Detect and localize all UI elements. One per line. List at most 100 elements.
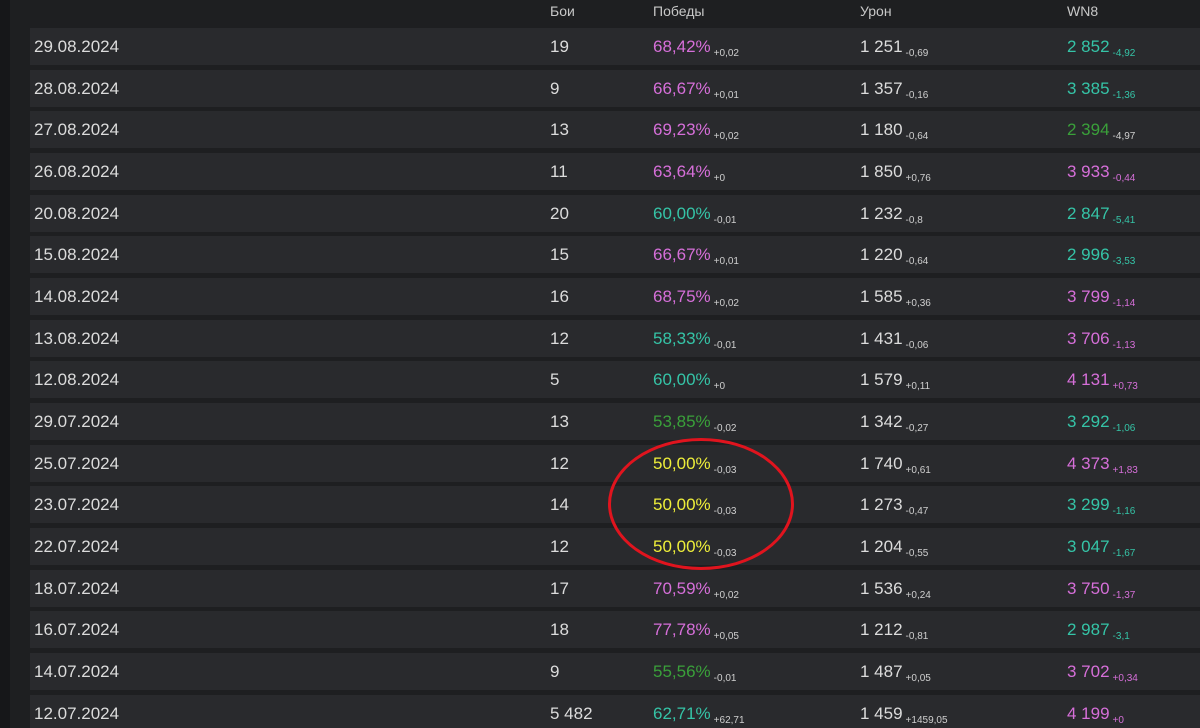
wins-cell-value: 66,67%	[653, 78, 711, 98]
wins-cell: 63,64% +0	[653, 162, 725, 184]
wins-cell-value: 62,71%	[653, 703, 711, 723]
table-row[interactable]: 28.08.2024 9 66,67% +0,01 1 357 -0,16 3 385 -1,…	[30, 69, 1200, 107]
wins-cell: 68,42% +0,02	[653, 37, 739, 59]
wn8-cell-delta: -1,37	[1112, 589, 1136, 601]
table-row[interactable]: 16.07.2024 18 77,78% +0,05 1 212 -0,81 2 987 -3…	[30, 611, 1200, 649]
date-cell-value: 18.07.2024	[34, 578, 120, 598]
wn8-cell: 2 847 -5,41	[1067, 203, 1136, 226]
date-cell-value: 14.08.2024	[34, 286, 120, 306]
damage-cell: 1 740 +0,61	[860, 453, 931, 476]
wn8-cell-delta: +0	[1112, 714, 1124, 726]
header-wn8[interactable]: WN8	[1067, 3, 1098, 19]
header-damage[interactable]: Урон	[860, 3, 892, 19]
table-row[interactable]: 18.07.2024 17 70,59% +0,02 1 536 +0,24 3 750 -1…	[30, 569, 1200, 607]
header-battles[interactable]: Бои	[550, 3, 575, 19]
date-cell-value: 13.08.2024	[34, 328, 120, 348]
damage-cell-delta: -0,55	[905, 547, 929, 559]
table-row[interactable]: 29.08.2024 19 68,42% +0,02 1 251 -0,69 2 852 -4…	[30, 28, 1200, 65]
wn8-cell-value: 3 933	[1067, 161, 1110, 181]
wn8-cell-value: 3 292	[1067, 411, 1110, 431]
wn8-cell-value: 4 373	[1067, 453, 1110, 473]
damage-cell-delta: +0,61	[905, 464, 931, 476]
wn8-cell-delta: +1,83	[1112, 464, 1138, 476]
wins-cell-delta: +0,02	[713, 297, 739, 309]
table-row[interactable]: 27.08.2024 13 69,23% +0,02 1 180 -0,64 2 394 -4…	[30, 111, 1200, 149]
wn8-cell-value: 2 394	[1067, 120, 1110, 140]
wins-cell: 66,67% +0,01	[653, 78, 739, 101]
damage-cell-value: 1 536	[860, 578, 903, 598]
damage-cell-value: 1 212	[860, 620, 903, 640]
wins-cell-value: 60,00%	[653, 203, 711, 223]
table-row[interactable]: 15.08.2024 15 66,67% +0,01 1 220 -0,64 2 996 -3…	[30, 236, 1200, 274]
wn8-cell: 3 292 -1,06	[1067, 411, 1135, 434]
table-row[interactable]: 23.07.2024 14 50,00% -0,03 1 273 -0,47 3 299 -1…	[30, 486, 1200, 524]
wn8-cell: 3 299 -1,16	[1067, 495, 1135, 517]
battles-cell: 9	[550, 79, 559, 99]
wins-cell-value: 70,59%	[653, 578, 711, 598]
damage-cell-value: 1 740	[860, 453, 903, 473]
date-cell: 18.07.2024	[34, 579, 119, 599]
damage-cell-value: 1 273	[860, 495, 903, 515]
wn8-cell-delta: -3,53	[1112, 256, 1136, 268]
date-cell: 23.07.2024	[34, 495, 119, 515]
damage-cell: 1 342 -0,27	[860, 411, 929, 434]
damage-cell: 1 357 -0,16	[860, 79, 929, 101]
wins-cell-delta: -0,01	[713, 214, 737, 226]
wn8-cell-delta: -5,41	[1112, 214, 1136, 226]
wn8-cell-value: 4 199	[1067, 703, 1110, 723]
damage-cell: 1 220 -0,64	[860, 245, 928, 267]
wn8-cell: 3 799 -1,14	[1067, 287, 1135, 309]
wins-cell-delta: -0,01	[713, 672, 737, 684]
date-cell-value: 14.07.2024	[34, 661, 120, 681]
wn8-cell-delta: -4,92	[1112, 48, 1136, 59]
wins-cell-delta: +0,02	[713, 131, 739, 143]
date-cell-value: 12.07.2024	[34, 703, 120, 723]
damage-cell-value: 1 220	[860, 245, 903, 265]
damage-cell-delta: -0,16	[905, 89, 929, 101]
wins-cell: 69,23% +0,02	[653, 120, 739, 143]
damage-cell: 1 232 -0,8	[860, 204, 923, 226]
damage-cell-delta: -0,8	[905, 214, 923, 226]
table-row[interactable]: 26.08.2024 11 63,64% +0 1 850 +0,76 3 933 -0,44	[30, 152, 1200, 190]
battles-cell: 13	[550, 120, 569, 140]
date-cell-value: 22.07.2024	[34, 536, 120, 556]
table-row[interactable]: 12.07.2024 5 482 62,71% +62,71 1 459 +1459,05…	[30, 694, 1200, 728]
battles-cell-value: 12	[550, 328, 569, 348]
battles-cell-value: 11	[550, 161, 568, 181]
wins-cell: 50,00% -0,03	[653, 495, 736, 517]
battles-cell-value: 14	[550, 495, 569, 515]
battles-cell: 9	[550, 662, 559, 682]
wins-cell-value: 55,56%	[653, 661, 711, 681]
wn8-cell: 3 702 +0,34	[1067, 662, 1138, 684]
damage-cell-delta: -0,27	[905, 422, 929, 434]
wins-cell-delta: +0	[713, 381, 726, 393]
battles-cell-value: 12	[550, 453, 569, 473]
date-cell-value: 26.08.2024	[34, 161, 120, 181]
table-header: Бои Победы Урон WN8	[30, 0, 1200, 26]
wn8-cell-value: 3 047	[1067, 536, 1110, 556]
header-wins[interactable]: Победы	[653, 3, 704, 19]
battles-cell: 16	[550, 287, 569, 307]
table-row[interactable]: 14.07.2024 9 55,56% -0,01 1 487 +0,05 3 702 +0,…	[30, 652, 1200, 690]
table-row[interactable]: 20.08.2024 20 60,00% -0,01 1 232 -0,8 2 847 -5,…	[30, 194, 1200, 232]
damage-cell-value: 1 342	[860, 411, 903, 431]
wn8-cell: 3 750 -1,37	[1067, 579, 1136, 601]
table-row[interactable]: 25.07.2024 12 50,00% -0,03 1 740 +0,61 4 373 +1…	[30, 444, 1200, 482]
table-row[interactable]: 29.07.2024 13 53,85% -0,02 1 342 -0,27 3 292 -1…	[30, 402, 1200, 440]
table-row[interactable]: 12.08.2024 5 60,00% +0 1 579 +0,11 4 131 +0,73	[30, 361, 1200, 399]
wins-cell: 77,78% +0,05	[653, 620, 739, 642]
table-row[interactable]: 13.08.2024 12 58,33% -0,01 1 431 -0,06 3 706 -1…	[30, 319, 1200, 357]
date-cell: 27.08.2024	[34, 120, 119, 140]
wins-cell-delta: -0,02	[713, 422, 737, 434]
battles-cell: 11	[550, 162, 568, 182]
date-cell: 28.08.2024	[34, 79, 119, 99]
date-cell-value: 28.08.2024	[34, 78, 120, 98]
battles-cell-value: 13	[550, 411, 569, 431]
wins-cell-value: 77,78%	[653, 620, 711, 640]
wn8-cell: 2 987 -3,1	[1067, 620, 1130, 642]
damage-cell: 1 273 -0,47	[860, 495, 928, 517]
table-row[interactable]: 14.08.2024 16 68,75% +0,02 1 585 +0,36 3 799 -1…	[30, 277, 1200, 315]
table-row[interactable]: 22.07.2024 12 50,00% -0,03 1 204 -0,55 3 047 -1…	[30, 527, 1200, 565]
wn8-cell-value: 2 847	[1067, 203, 1110, 223]
battles-cell: 13	[550, 412, 569, 432]
